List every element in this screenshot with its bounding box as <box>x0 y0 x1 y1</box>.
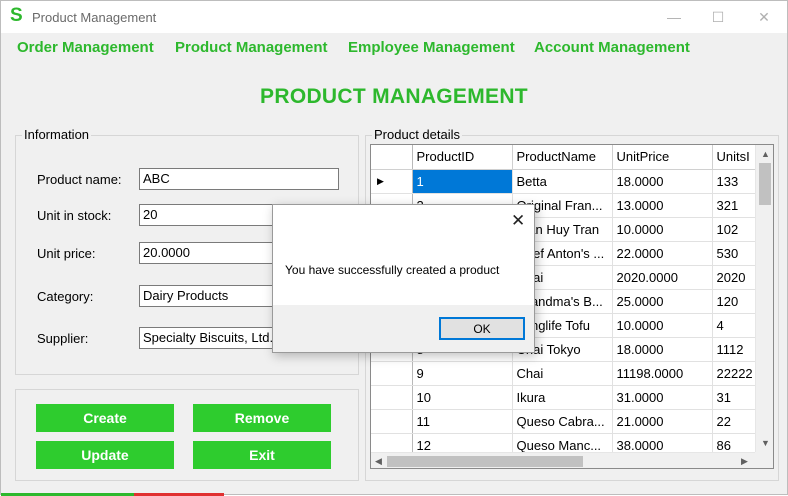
vertical-scroll-thumb[interactable] <box>759 163 771 205</box>
column-header-productid[interactable]: ProductID <box>412 145 513 170</box>
product-details-legend: Product details <box>372 127 462 142</box>
scroll-right-arrow-icon[interactable]: ▶ <box>741 456 748 467</box>
cell-productid[interactable]: 11 <box>412 409 513 434</box>
ok-button[interactable]: OK <box>439 317 525 340</box>
unit-price-label: Unit price: <box>37 246 96 261</box>
cell-productname[interactable]: Queso Cabra... <box>512 409 613 434</box>
menu-order-management[interactable]: Order Management <box>17 39 154 56</box>
title-bar: S Product Management — ☐ ✕ <box>1 1 787 33</box>
scroll-up-arrow-icon[interactable]: ▲ <box>761 149 770 159</box>
cell-productid[interactable]: 10 <box>412 385 513 410</box>
table-row[interactable]: ▶ 1 Betta 18.0000 133 <box>371 169 763 194</box>
horizontal-scroll-thumb[interactable] <box>387 456 583 467</box>
current-row-arrow-icon[interactable]: ▶ <box>371 169 413 194</box>
menu-account-management[interactable]: Account Management <box>534 39 690 56</box>
close-window-button[interactable]: ✕ <box>741 1 787 33</box>
minimize-button[interactable]: — <box>651 1 697 33</box>
page-title: PRODUCT MANAGEMENT <box>260 85 528 108</box>
cell-unitprice[interactable]: 31.0000 <box>612 385 713 410</box>
remove-button[interactable]: Remove <box>193 404 331 432</box>
maximize-button[interactable]: ☐ <box>695 1 741 33</box>
column-header-productname[interactable]: ProductName <box>512 145 613 170</box>
menu-product-management[interactable]: Product Management <box>175 39 328 56</box>
scrollbar-corner <box>755 452 773 468</box>
window-title: Product Management <box>32 10 157 25</box>
menu-bar: Order Management Product Management Empl… <box>1 33 787 61</box>
create-button[interactable]: Create <box>36 404 174 432</box>
success-message-dialog: ✕ You have successfully created a produc… <box>272 204 535 353</box>
cell-unitprice[interactable]: 2020.0000 <box>612 265 713 290</box>
column-header-unitprice[interactable]: UnitPrice <box>612 145 713 170</box>
table-row[interactable]: 10 Ikura 31.0000 31 <box>371 385 763 410</box>
cell-productname[interactable]: Betta <box>512 169 613 194</box>
dialog-message: You have successfully created a product <box>285 263 500 277</box>
cell-productname[interactable]: Ikura <box>512 385 613 410</box>
horizontal-scrollbar[interactable]: ◀ ▶ <box>371 452 755 468</box>
cell-unitprice[interactable]: 13.0000 <box>612 193 713 218</box>
table-row[interactable]: 11 Queso Cabra... 21.0000 22 <box>371 409 763 434</box>
row-header-corner <box>371 145 413 170</box>
scroll-down-arrow-icon[interactable]: ▼ <box>761 438 770 448</box>
cell-unitprice[interactable]: 18.0000 <box>612 169 713 194</box>
product-name-input[interactable]: ABC <box>139 168 339 190</box>
product-management-window: S Product Management — ☐ ✕ Order Managem… <box>0 0 788 496</box>
row-header[interactable] <box>371 361 413 386</box>
app-logo-icon: S <box>10 5 23 26</box>
table-header-row: ProductID ProductName UnitPrice UnitsI <box>371 145 763 170</box>
cell-unitprice[interactable]: 11198.0000 <box>612 361 713 386</box>
cell-unitprice[interactable]: 18.0000 <box>612 337 713 362</box>
update-button[interactable]: Update <box>36 441 174 469</box>
exit-button[interactable]: Exit <box>193 441 331 469</box>
row-header[interactable] <box>371 409 413 434</box>
table-row[interactable]: 9 Chai 11198.0000 22222 <box>371 361 763 386</box>
cell-unitprice[interactable]: 22.0000 <box>612 241 713 266</box>
cell-unitprice[interactable]: 25.0000 <box>612 289 713 314</box>
dialog-footer: OK <box>273 305 534 352</box>
unit-in-stock-label: Unit in stock: <box>37 208 112 223</box>
category-label: Category: <box>37 289 94 304</box>
cell-unitprice[interactable]: 10.0000 <box>612 313 713 338</box>
menu-employee-management[interactable]: Employee Management <box>348 39 515 56</box>
supplier-label: Supplier: <box>37 331 89 346</box>
row-header[interactable] <box>371 385 413 410</box>
cell-productid[interactable]: 9 <box>412 361 513 386</box>
product-name-label: Product name: <box>37 172 122 187</box>
vertical-scrollbar[interactable]: ▲ ▼ <box>755 145 773 452</box>
dialog-close-icon[interactable]: ✕ <box>511 211 525 231</box>
information-legend: Information <box>22 127 92 142</box>
scroll-left-arrow-icon[interactable]: ◀ <box>375 456 382 467</box>
cell-unitprice[interactable]: 10.0000 <box>612 217 713 242</box>
cell-productid[interactable]: 1 <box>412 169 513 194</box>
cell-productname[interactable]: Chai <box>512 361 613 386</box>
cell-unitprice[interactable]: 21.0000 <box>612 409 713 434</box>
